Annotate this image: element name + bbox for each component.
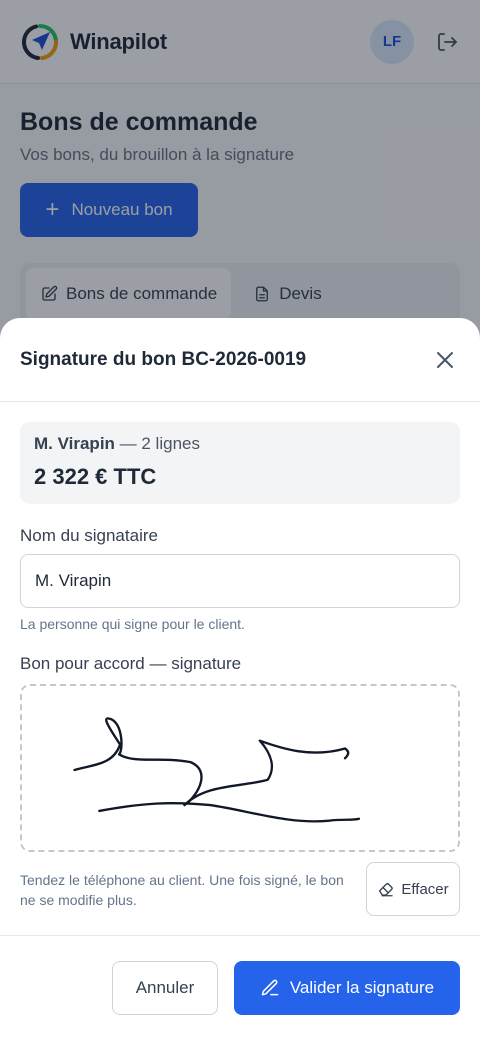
erase-button[interactable]: Effacer (366, 862, 460, 916)
sheet-footer: Annuler Valider la signature (0, 935, 480, 1039)
validate-signature-button[interactable]: Valider la signature (234, 960, 460, 1015)
summary-client: M. Virapin (34, 434, 115, 453)
validate-label: Valider la signature (289, 977, 435, 997)
sheet-title: Signature du bon BC-2026-0019 (20, 348, 307, 370)
signature-stroke (73, 717, 361, 823)
signature-footer: Tendez le téléphone au client. Une fois … (20, 862, 460, 916)
close-icon[interactable] (430, 345, 460, 375)
signature-sheet: Signature du bon BC-2026-0019 M. Virapin… (0, 318, 480, 1039)
cancel-button[interactable]: Annuler (112, 960, 218, 1015)
eraser-icon (379, 883, 394, 897)
summary-line: M. Virapin — 2 lignes (34, 434, 446, 454)
signature-pad[interactable] (20, 684, 460, 852)
signature-label: Bon pour accord — signature (20, 654, 242, 673)
sheet-header: Signature du bon BC-2026-0019 (0, 318, 480, 402)
signature-note: Tendez le téléphone au client. Une fois … (20, 872, 344, 908)
summary-lines: — 2 lignes (114, 434, 200, 453)
erase-label: Effacer (401, 880, 449, 898)
signer-hint: La personne qui signe pour le client. (20, 616, 245, 632)
pen-icon (261, 979, 279, 995)
sheet-body: M. Virapin — 2 lignes 2 322 € TTC Nom du… (0, 402, 480, 916)
summary-total: 2 322 € TTC (34, 464, 157, 489)
order-summary: M. Virapin — 2 lignes 2 322 € TTC (20, 422, 460, 504)
signer-label: Nom du signataire (20, 526, 158, 545)
signer-name-input[interactable] (20, 554, 460, 608)
